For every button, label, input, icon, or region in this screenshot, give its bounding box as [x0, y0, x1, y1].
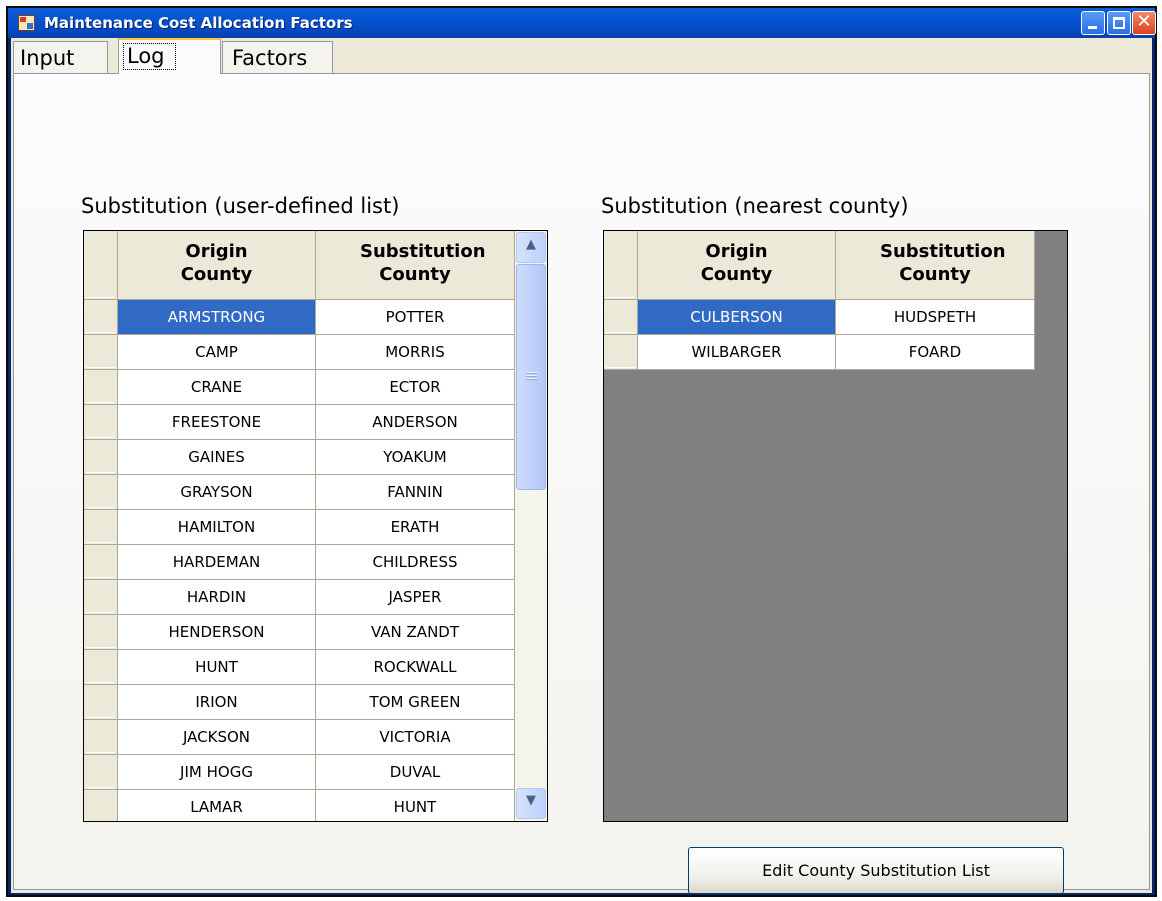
origin-county-cell[interactable]: JIM HOGG: [118, 755, 316, 790]
substitution-county-header-label: Substitution County: [880, 241, 1006, 285]
origin-county-cell[interactable]: GAINES: [118, 440, 316, 475]
origin-county-cell[interactable]: FREESTONE: [118, 405, 316, 440]
substitution-county-cell[interactable]: ERATH: [316, 510, 515, 545]
app-icon: [18, 15, 35, 31]
substitution-county-header[interactable]: Substitution County: [836, 231, 1035, 300]
origin-county-cell[interactable]: HARDIN: [118, 580, 316, 615]
origin-county-cell[interactable]: JACKSON: [118, 720, 316, 755]
title-bar[interactable]: Maintenance Cost Allocation Factors ✕: [8, 8, 1156, 38]
maximize-button[interactable]: [1107, 11, 1131, 35]
scroll-down-icon: ▼: [526, 793, 536, 808]
log-tab-panel: Substitution (user-defined list) Substit…: [13, 73, 1150, 894]
origin-county-cell[interactable]: WILBARGER: [638, 335, 836, 370]
row-header[interactable]: [84, 510, 118, 545]
origin-county-cell[interactable]: HARDEMAN: [118, 545, 316, 580]
row-header[interactable]: [604, 300, 638, 335]
corner-header: [604, 231, 638, 300]
origin-county-cell[interactable]: CULBERSON: [638, 300, 836, 335]
row-header[interactable]: [84, 300, 118, 335]
substitution-county-cell[interactable]: FOARD: [836, 335, 1035, 370]
row-header[interactable]: [84, 615, 118, 650]
row-header[interactable]: [84, 755, 118, 790]
substitution-county-header[interactable]: Substitution County: [316, 231, 515, 300]
scroll-up-button[interactable]: ▲: [516, 232, 546, 263]
substitution-county-cell[interactable]: FANNIN: [316, 475, 515, 510]
substitution-county-cell[interactable]: VICTORIA: [316, 720, 515, 755]
tab-log[interactable]: Log: [118, 38, 221, 74]
origin-county-header[interactable]: Origin County: [638, 231, 836, 300]
substitution-county-cell[interactable]: ANDERSON: [316, 405, 515, 440]
window-title: Maintenance Cost Allocation Factors: [44, 14, 353, 32]
tab-log-label: Log: [123, 43, 176, 70]
nearest-county-title: Substitution (nearest county): [601, 194, 909, 218]
scroll-thumb[interactable]: [516, 264, 546, 490]
substitution-county-cell[interactable]: ROCKWALL: [316, 650, 515, 685]
row-header[interactable]: [604, 335, 638, 370]
origin-county-header-label: Origin County: [700, 241, 773, 285]
row-header[interactable]: [84, 440, 118, 475]
origin-county-header[interactable]: Origin County: [118, 231, 316, 300]
substitution-county-cell[interactable]: POTTER: [316, 300, 515, 335]
row-header[interactable]: [84, 650, 118, 685]
row-header[interactable]: [84, 790, 118, 821]
substitution-county-cell[interactable]: HUNT: [316, 790, 515, 821]
substitution-county-cell[interactable]: HUDSPETH: [836, 300, 1035, 335]
row-header[interactable]: [84, 685, 118, 720]
substitution-county-cell[interactable]: MORRIS: [316, 335, 515, 370]
maximize-icon: [1113, 17, 1125, 29]
row-header[interactable]: [84, 335, 118, 370]
row-header[interactable]: [84, 475, 118, 510]
tab-factors[interactable]: Factors: [222, 41, 333, 74]
nearest-county-substitution-grid[interactable]: Origin County Substitution County CULBER…: [603, 230, 1068, 822]
origin-county-cell[interactable]: HENDERSON: [118, 615, 316, 650]
origin-county-cell[interactable]: CAMP: [118, 335, 316, 370]
corner-header: [84, 231, 118, 300]
minimize-icon: [1088, 26, 1097, 29]
origin-county-cell[interactable]: CRANE: [118, 370, 316, 405]
tab-input[interactable]: Input: [13, 41, 108, 74]
vertical-scrollbar[interactable]: ▲ ▼: [515, 231, 547, 821]
user-defined-list-title: Substitution (user-defined list): [81, 194, 400, 218]
grip-icon: [526, 372, 537, 381]
row-header[interactable]: [84, 370, 118, 405]
substitution-county-cell[interactable]: TOM GREEN: [316, 685, 515, 720]
app-window: Maintenance Cost Allocation Factors ✕ In…: [6, 6, 1157, 897]
substitution-county-cell[interactable]: CHILDRESS: [316, 545, 515, 580]
row-header[interactable]: [84, 545, 118, 580]
edit-county-substitution-list-button[interactable]: Edit County Substitution List: [688, 847, 1064, 894]
substitution-county-cell[interactable]: ECTOR: [316, 370, 515, 405]
user-defined-substitution-grid[interactable]: Origin County Substitution County ▲ ▼ AR…: [83, 230, 548, 822]
substitution-county-cell[interactable]: YOAKUM: [316, 440, 515, 475]
row-header[interactable]: [84, 405, 118, 440]
origin-county-header-label: Origin County: [180, 241, 253, 285]
scroll-down-button[interactable]: ▼: [516, 788, 546, 819]
origin-county-cell[interactable]: LAMAR: [118, 790, 316, 821]
substitution-county-cell[interactable]: VAN ZANDT: [316, 615, 515, 650]
close-icon: ✕: [1136, 11, 1152, 32]
origin-county-cell[interactable]: GRAYSON: [118, 475, 316, 510]
row-header[interactable]: [84, 580, 118, 615]
scroll-up-icon: ▲: [526, 237, 536, 252]
substitution-county-cell[interactable]: JASPER: [316, 580, 515, 615]
origin-county-cell[interactable]: IRION: [118, 685, 316, 720]
minimize-button[interactable]: [1081, 11, 1105, 35]
client-area: Input Log Factors Substitution (user-def…: [11, 38, 1152, 894]
substitution-county-header-label: Substitution County: [360, 241, 486, 285]
substitution-county-cell[interactable]: DUVAL: [316, 755, 515, 790]
row-header[interactable]: [84, 720, 118, 755]
origin-county-cell[interactable]: HAMILTON: [118, 510, 316, 545]
origin-county-cell[interactable]: HUNT: [118, 650, 316, 685]
close-button[interactable]: ✕: [1132, 11, 1156, 35]
origin-county-cell[interactable]: ARMSTRONG: [118, 300, 316, 335]
